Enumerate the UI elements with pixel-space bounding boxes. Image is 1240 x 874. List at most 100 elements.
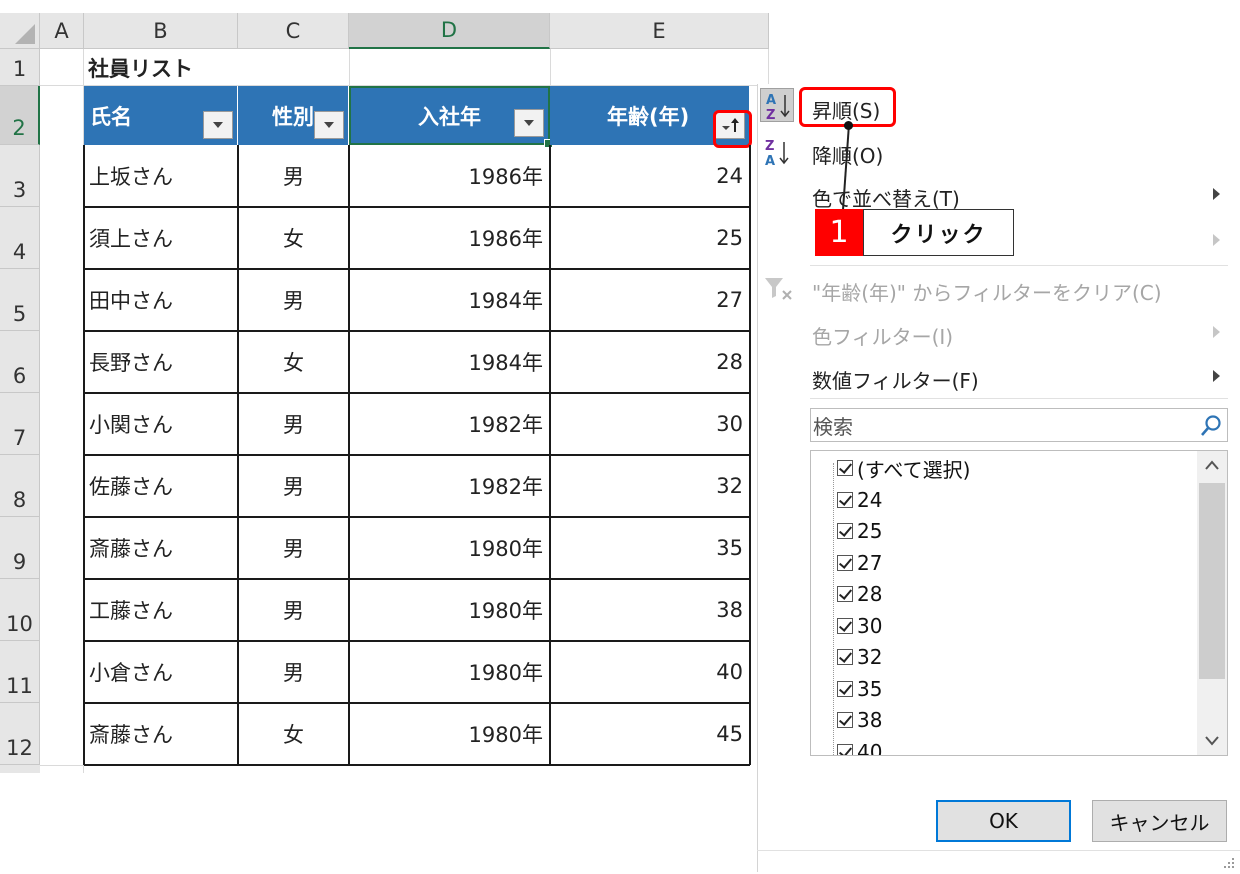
table-cell-name[interactable]: 田中さん bbox=[85, 269, 237, 331]
submenu-arrow-icon bbox=[1213, 370, 1220, 382]
value-checkbox-item[interactable]: 32 bbox=[837, 642, 882, 672]
checklist-scrollbar[interactable] bbox=[1197, 451, 1227, 755]
table-cell-gender[interactable]: 女 bbox=[239, 703, 348, 765]
checkbox-checked-icon[interactable] bbox=[837, 554, 853, 571]
checkbox-checked-icon[interactable] bbox=[837, 460, 853, 476]
value-checkbox-item[interactable]: 40 bbox=[837, 737, 882, 755]
value-checkbox-item[interactable]: 38 bbox=[837, 705, 882, 735]
row-header-5[interactable]: 5 bbox=[0, 269, 40, 331]
table-cell-name[interactable]: 上坂さん bbox=[85, 145, 237, 207]
row-header-9[interactable]: 9 bbox=[0, 517, 40, 579]
table-cell-join-year[interactable]: 1982年 bbox=[350, 455, 549, 517]
table-cell-name[interactable]: 斎藤さん bbox=[85, 703, 237, 765]
checkbox-checked-icon[interactable] bbox=[837, 743, 853, 755]
checkbox-label: 25 bbox=[857, 519, 883, 543]
row-header-3[interactable]: 3 bbox=[0, 145, 40, 207]
row-header-2[interactable]: 2 bbox=[0, 86, 40, 145]
column-header-a[interactable]: A bbox=[40, 13, 84, 49]
table-cell-gender[interactable]: 男 bbox=[239, 393, 348, 455]
table-cell-gender[interactable]: 男 bbox=[239, 641, 348, 703]
search-input[interactable]: 検索 bbox=[810, 408, 1228, 442]
table-cell-gender[interactable]: 男 bbox=[239, 455, 348, 517]
value-checkbox-item[interactable]: 25 bbox=[837, 516, 882, 546]
table-cell-join-year[interactable]: 1984年 bbox=[350, 269, 549, 331]
table-cell-gender[interactable]: 男 bbox=[239, 269, 348, 331]
table-cell-age[interactable]: 35 bbox=[551, 517, 749, 579]
sort-descending-icon: Z A bbox=[760, 136, 794, 170]
checkbox-checked-icon[interactable] bbox=[837, 712, 853, 728]
menu-item-clear-filter[interactable]: "年齢(年)" からフィルターをクリア(C) bbox=[812, 277, 1162, 306]
checkbox-checked-icon[interactable] bbox=[837, 680, 853, 697]
row-header-8[interactable]: 8 bbox=[0, 455, 40, 517]
scrollbar-thumb[interactable] bbox=[1199, 483, 1225, 679]
table-header-join-year[interactable]: 入社年 bbox=[349, 86, 553, 148]
ok-button[interactable]: OK bbox=[936, 800, 1071, 842]
value-checkbox-item[interactable]: 30 bbox=[837, 611, 882, 641]
resize-grip-icon[interactable] bbox=[1220, 854, 1236, 870]
table-cell-name[interactable]: 佐藤さん bbox=[85, 455, 237, 517]
cancel-button[interactable]: キャンセル bbox=[1092, 800, 1227, 842]
row-header-4[interactable]: 4 bbox=[0, 207, 40, 269]
select-all-corner[interactable] bbox=[0, 13, 40, 49]
column-header-d[interactable]: D bbox=[349, 13, 550, 49]
value-checkbox-item[interactable]: 27 bbox=[837, 548, 882, 578]
table-cell-join-year[interactable]: 1980年 bbox=[350, 703, 549, 765]
table-cell-name[interactable]: 小倉さん bbox=[85, 641, 237, 703]
checkbox-checked-icon[interactable] bbox=[837, 649, 853, 665]
value-checkbox-item[interactable]: 24 bbox=[837, 485, 882, 515]
table-cell-join-year[interactable]: 1980年 bbox=[350, 579, 549, 641]
table-cell-age[interactable]: 38 bbox=[551, 579, 749, 641]
checkbox-checked-icon[interactable] bbox=[837, 523, 853, 539]
table-cell-age[interactable]: 30 bbox=[551, 393, 749, 455]
checkbox-checked-icon[interactable] bbox=[837, 617, 853, 634]
table-cell-name[interactable]: 工藤さん bbox=[85, 579, 237, 641]
row-header-10[interactable]: 10 bbox=[0, 579, 40, 641]
row-header-11[interactable]: 11 bbox=[0, 641, 40, 703]
table-cell-join-year[interactable]: 1982年 bbox=[350, 393, 549, 455]
table-header-name[interactable]: 氏名 bbox=[84, 86, 238, 145]
table-cell-name[interactable]: 長野さん bbox=[85, 331, 237, 393]
table-cell-name[interactable]: 須上さん bbox=[85, 207, 237, 269]
table-cell-gender[interactable]: 女 bbox=[239, 331, 348, 393]
menu-item-color-filter[interactable]: 色フィルター(I) bbox=[812, 321, 953, 350]
value-checkbox-item[interactable]: 28 bbox=[837, 579, 882, 609]
table-cell-age[interactable]: 24 bbox=[551, 145, 749, 207]
table-cell-age[interactable]: 32 bbox=[551, 455, 749, 517]
table-cell-age[interactable]: 28 bbox=[551, 331, 749, 393]
value-checkbox-item[interactable]: 35 bbox=[837, 674, 882, 704]
filter-dropdown-button[interactable] bbox=[203, 111, 233, 139]
row-header-12[interactable]: 12 bbox=[0, 703, 40, 765]
sheet-title[interactable]: 社員リスト bbox=[88, 49, 193, 86]
table-cell-age[interactable]: 45 bbox=[551, 703, 749, 765]
column-header-e[interactable]: E bbox=[550, 13, 769, 49]
checkbox-checked-icon[interactable] bbox=[837, 586, 853, 602]
table-cell-join-year[interactable]: 1986年 bbox=[350, 145, 549, 207]
table-cell-age[interactable]: 40 bbox=[551, 641, 749, 703]
table-cell-gender[interactable]: 男 bbox=[239, 579, 348, 641]
table-cell-join-year[interactable]: 1986年 bbox=[350, 207, 549, 269]
select-all-checkbox-item[interactable]: (すべて選択) bbox=[837, 453, 970, 483]
row-header-1[interactable]: 1 bbox=[0, 49, 40, 86]
table-cell-join-year[interactable]: 1980年 bbox=[350, 517, 549, 579]
column-header-c[interactable]: C bbox=[238, 13, 349, 49]
menu-item-sort-by-color[interactable]: 色で並べ替え(T) bbox=[812, 183, 960, 212]
row-header-6[interactable]: 6 bbox=[0, 331, 40, 393]
filter-dropdown-button[interactable] bbox=[314, 111, 344, 139]
table-cell-join-year[interactable]: 1984年 bbox=[350, 331, 549, 393]
chevron-down-icon[interactable] bbox=[1204, 735, 1220, 747]
checkbox-checked-icon[interactable] bbox=[837, 491, 853, 508]
table-header-gender[interactable]: 性別 bbox=[238, 86, 349, 145]
row-header-7[interactable]: 7 bbox=[0, 393, 40, 455]
chevron-up-icon[interactable] bbox=[1204, 459, 1220, 471]
table-cell-join-year[interactable]: 1980年 bbox=[350, 641, 549, 703]
table-cell-gender[interactable]: 女 bbox=[239, 207, 348, 269]
table-cell-age[interactable]: 27 bbox=[551, 269, 749, 331]
table-cell-name[interactable]: 小関さん bbox=[85, 393, 237, 455]
filter-dropdown-button[interactable] bbox=[514, 109, 544, 137]
column-header-b[interactable]: B bbox=[84, 13, 238, 49]
table-cell-gender[interactable]: 男 bbox=[239, 517, 348, 579]
table-cell-age[interactable]: 25 bbox=[551, 207, 749, 269]
menu-item-number-filter[interactable]: 数値フィルター(F) bbox=[812, 365, 979, 394]
table-cell-gender[interactable]: 男 bbox=[239, 145, 348, 207]
table-cell-name[interactable]: 斎藤さん bbox=[85, 517, 237, 579]
